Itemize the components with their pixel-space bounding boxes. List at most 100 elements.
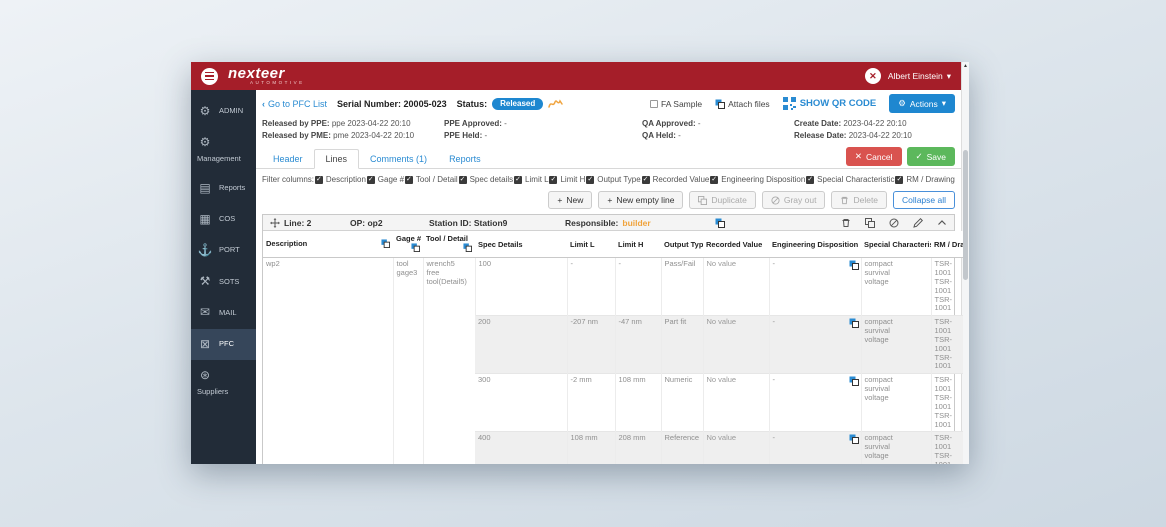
- checkbox-icon[interactable]: [650, 99, 658, 108]
- sidebar-item-cos[interactable]: ▦ COS: [191, 204, 256, 235]
- tab-comments[interactable]: Comments (1): [359, 150, 438, 168]
- checkbox-icon[interactable]: ✓: [710, 175, 719, 184]
- trash-icon: [841, 196, 849, 204]
- back-to-pfc-list-link[interactable]: ‹ Go to PFC List: [262, 99, 327, 109]
- ban-icon[interactable]: [889, 218, 899, 228]
- line-station: Station ID: Station9: [429, 217, 508, 228]
- move-icon[interactable]: [270, 217, 280, 228]
- scrollbar-thumb[interactable]: [963, 150, 968, 280]
- duplicate-icon[interactable]: [865, 217, 875, 228]
- checkbox-icon[interactable]: ✓: [514, 175, 523, 184]
- logo-avatar-icon[interactable]: ✕: [864, 68, 881, 84]
- chevron-up-icon[interactable]: [937, 219, 947, 226]
- copy-icon[interactable]: [381, 239, 390, 248]
- tab-reports[interactable]: Reports: [438, 150, 492, 168]
- actions-button[interactable]: ⚙ Actions ▾: [889, 94, 955, 113]
- disposition-cell: -: [768, 431, 861, 464]
- limit-h-cell: 208 mm: [614, 431, 661, 464]
- attach-files-icon: [715, 99, 726, 109]
- line-2-table: Description Gage # Tool / Detail Spec De…: [263, 231, 963, 464]
- copy-icon[interactable]: [463, 243, 472, 253]
- copy-icon[interactable]: [849, 434, 859, 445]
- show-qr-code-button[interactable]: SHOW QR CODE: [782, 97, 876, 110]
- sidebar-item-reports[interactable]: ▤ Reports: [191, 173, 256, 204]
- checkbox-icon[interactable]: ✓: [366, 175, 375, 184]
- sidebar-item-label: Reports: [219, 183, 246, 193]
- trash-icon[interactable]: [841, 218, 851, 228]
- recorded-value-cell: No value: [702, 431, 769, 464]
- checkbox-icon[interactable]: ✓: [458, 175, 467, 184]
- filter-tool-detail[interactable]: ✓ Tool / Detail: [404, 175, 458, 184]
- copy-icon[interactable]: [849, 376, 859, 387]
- filter-recorded-value[interactable]: ✓ Recorded Value: [641, 175, 709, 184]
- checkbox-icon[interactable]: ✓: [806, 175, 815, 184]
- new-button[interactable]: + New: [548, 191, 593, 210]
- sidebar-item-management[interactable]: ⚙ Management: [191, 127, 256, 172]
- tab-lines[interactable]: Lines: [313, 149, 360, 170]
- filter-limit-h[interactable]: ✓ Limit H: [549, 175, 585, 184]
- limit-l-cell: -2 mm: [566, 373, 615, 432]
- filter-spec-details[interactable]: ✓ Spec details: [458, 175, 513, 184]
- close-icon: ✕: [854, 151, 863, 162]
- filter-description[interactable]: ✓ Description: [314, 175, 366, 184]
- line-op: OP: op2: [350, 217, 383, 228]
- sidebar-item-label: SOTS: [219, 276, 240, 286]
- scroll-up-icon[interactable]: ▲: [963, 63, 968, 69]
- duplicate-button[interactable]: Duplicate: [689, 191, 756, 210]
- sidebar: ⚙ ADMIN ⚙ Management ▤ Reports ▦ COS ⚓ P…: [191, 90, 256, 464]
- status-badge: Released: [492, 97, 544, 110]
- output-type-cell: Part fit: [660, 315, 703, 374]
- hamburger-menu-icon[interactable]: [201, 67, 218, 85]
- gray-out-button[interactable]: Gray out: [761, 191, 826, 210]
- responsible-label: Responsible:: [565, 217, 619, 228]
- tab-header[interactable]: Header: [262, 150, 314, 168]
- fa-sample-checkbox[interactable]: FA Sample: [650, 99, 702, 109]
- recorded-value-cell: No value: [702, 315, 769, 374]
- sidebar-item-suppliers[interactable]: ⊛ Suppliers: [191, 360, 256, 405]
- copy-icon[interactable]: [715, 218, 725, 228]
- attach-files-button[interactable]: Attach files: [715, 99, 770, 109]
- filter-gage[interactable]: ✓ Gage #: [366, 175, 404, 184]
- collapse-all-button[interactable]: Collapse all: [893, 191, 955, 210]
- pencil-icon[interactable]: [913, 217, 923, 228]
- filter-limit-l[interactable]: ✓ Limit L: [514, 175, 549, 184]
- checkbox-icon[interactable]: ✓: [641, 175, 650, 184]
- copy-icon[interactable]: [411, 243, 420, 253]
- sidebar-item-pfc[interactable]: ⊠ PFC: [191, 328, 256, 360]
- checkbox-icon[interactable]: ✓: [586, 175, 595, 184]
- disposition-cell: -: [768, 257, 861, 316]
- filter-special-characteristic[interactable]: ✓ Special Characteristic: [806, 175, 895, 184]
- filter-output-type[interactable]: ✓ Output Type: [586, 175, 641, 184]
- checkbox-icon[interactable]: ✓: [549, 175, 558, 184]
- new-empty-line-button[interactable]: + New empty line: [598, 191, 684, 210]
- sidebar-item-mail[interactable]: ✉ MAIL: [191, 297, 256, 328]
- cancel-button[interactable]: ✕ Cancel: [845, 147, 902, 167]
- rm-drawing-cell: TSR-1001 TSR-1001 TSR-1001: [930, 431, 963, 464]
- delete-button[interactable]: Delete: [831, 191, 888, 210]
- responsible-value[interactable]: builder: [622, 218, 650, 228]
- save-button[interactable]: ✓ Save: [906, 147, 955, 167]
- user-menu[interactable]: Albert Einstein ▾: [888, 71, 951, 82]
- checkbox-icon[interactable]: ✓: [895, 175, 904, 184]
- back-link-label: Go to PFC List: [268, 98, 328, 109]
- sidebar-item-port[interactable]: ⚓ PORT: [191, 235, 256, 266]
- copy-icon[interactable]: [849, 260, 859, 271]
- checkbox-icon[interactable]: ✓: [314, 175, 323, 184]
- ppe-approved: PPE Approved: -: [444, 119, 507, 128]
- filter-rm-drawing[interactable]: ✓ RM / Drawing: [895, 175, 955, 184]
- grid-icon: ▦: [199, 211, 211, 226]
- recorded-value-cell: No value: [702, 373, 769, 432]
- copy-icon[interactable]: [849, 318, 859, 329]
- sidebar-item-admin[interactable]: ⚙ ADMIN: [191, 96, 256, 127]
- checkbox-icon[interactable]: ✓: [404, 175, 413, 184]
- special-characteristic-cell: compact survival voltage: [860, 257, 931, 316]
- sidebar-item-label: COS: [219, 214, 236, 224]
- ban-icon: [771, 196, 780, 205]
- sidebar-item-sots[interactable]: ⚒ SOTS: [191, 266, 256, 297]
- limit-h-cell: 108 mm: [614, 373, 661, 432]
- actions-label: Actions: [909, 98, 938, 109]
- filter-engineering-disposition[interactable]: ✓ Engineering Disposition: [710, 175, 805, 184]
- filter-columns-label: Filter columns:: [262, 175, 315, 185]
- status-label: Status:: [456, 98, 488, 109]
- sidebar-item-label: ADMIN: [219, 106, 244, 116]
